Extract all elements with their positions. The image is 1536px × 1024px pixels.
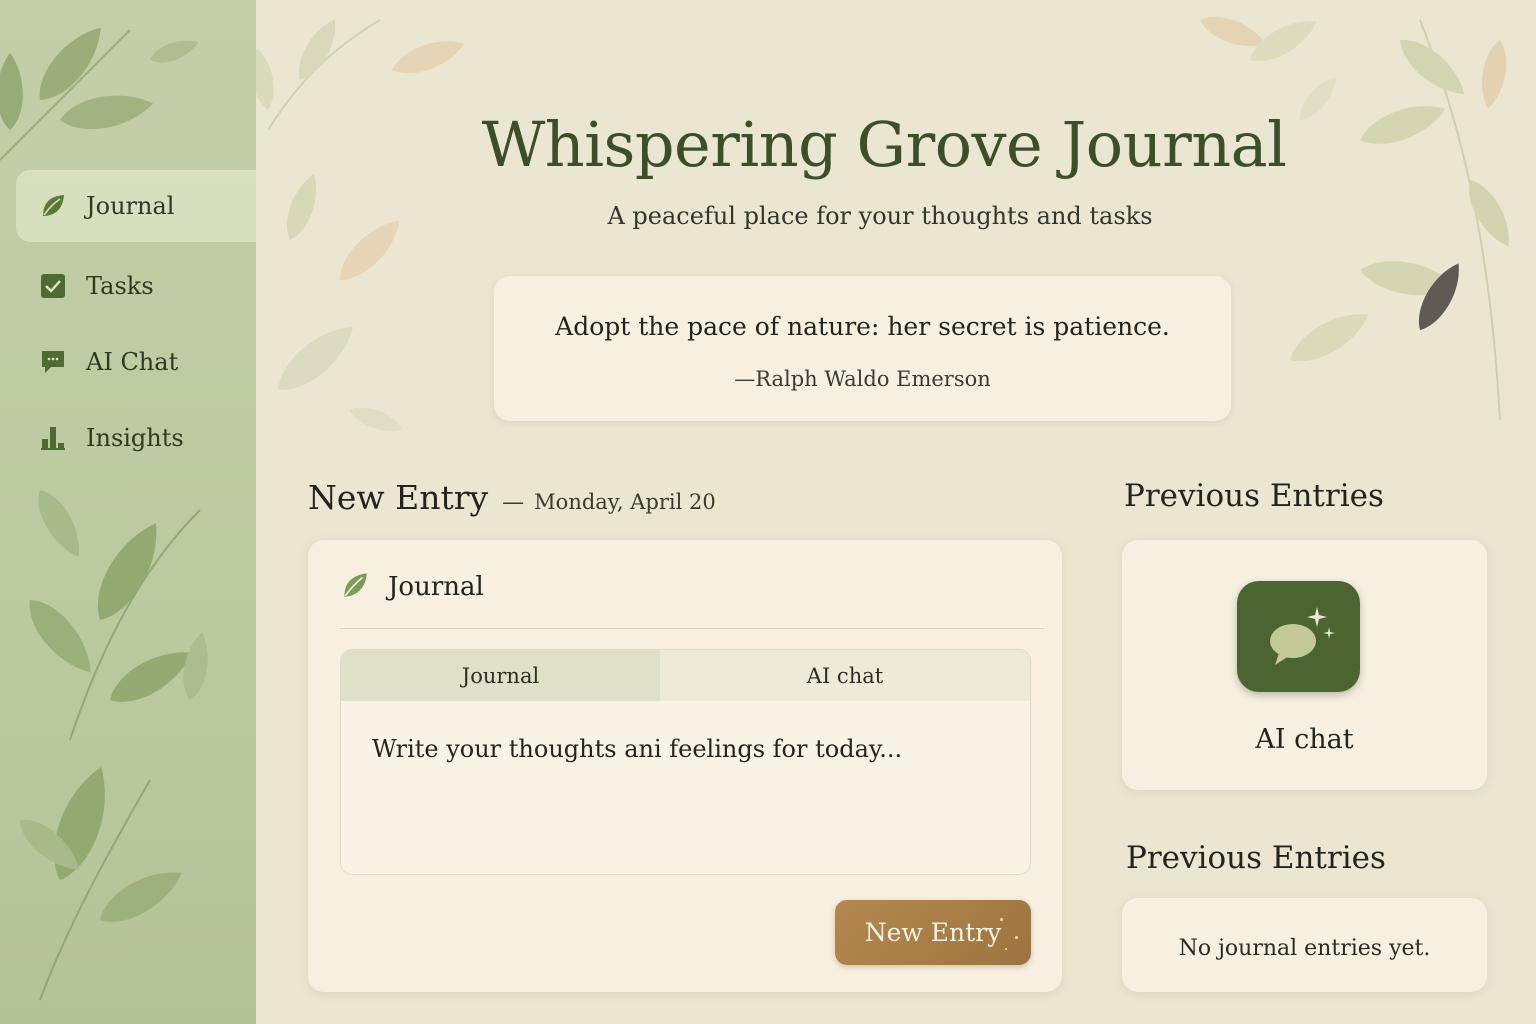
bar-chart-icon: [38, 423, 68, 453]
ai-chat-label: AI chat: [1255, 724, 1354, 755]
sidebar-item-insights[interactable]: Insights: [16, 402, 256, 474]
sidebar-item-label: Insights: [86, 424, 184, 452]
quote-author: —Ralph Waldo Emerson: [734, 367, 991, 391]
sidebar-item-journal[interactable]: Journal: [16, 170, 256, 242]
heading-dash: —: [502, 490, 525, 515]
chat-sparkle-icon: [1237, 581, 1360, 692]
card-header: Journal: [340, 570, 484, 604]
previous-entries-title: Previous Entries: [1126, 840, 1386, 876]
checkbox-icon: [38, 271, 68, 301]
sparkle-decoration: [1000, 918, 1003, 921]
sidebar-item-tasks[interactable]: Tasks: [16, 250, 256, 322]
sparkle-decoration: [1005, 948, 1007, 950]
entry-date: Monday, April 20: [534, 490, 716, 514]
sidebar-item-label: Tasks: [86, 272, 154, 300]
leaf-icon: [340, 570, 370, 604]
quote-card: Adopt the pace of nature: her secret is …: [494, 276, 1231, 421]
sidebar-item-ai-chat[interactable]: AI Chat: [16, 326, 256, 398]
new-entry-title: New Entry: [308, 478, 489, 517]
sidebar-item-label: AI Chat: [86, 348, 179, 376]
entry-editor: Journal AI chat Write your thoughts ani …: [340, 649, 1031, 875]
chat-icon: [38, 347, 68, 377]
page-title: Whispering Grove Journal: [481, 108, 1287, 181]
tab-ai-chat[interactable]: AI chat: [660, 650, 1030, 701]
new-entry-button[interactable]: New Entry: [835, 900, 1031, 965]
empty-state-text: No journal entries yet.: [1178, 936, 1431, 961]
new-entry-card: Journal Journal AI chat Write your thoug…: [308, 540, 1062, 992]
new-entry-heading: New Entry — Monday, April 20: [308, 478, 716, 517]
page-subtitle: A peaceful place for your thoughts and t…: [607, 202, 1153, 230]
sidebar-leaves-decoration: [0, 17, 214, 1001]
entry-text-input[interactable]: Write your thoughts ani feelings for tod…: [372, 735, 902, 763]
ai-chat-card[interactable]: AI chat: [1122, 540, 1487, 790]
tab-journal[interactable]: Journal: [341, 650, 660, 701]
divider: [340, 628, 1044, 629]
previous-entries-list: No journal entries yet.: [1122, 898, 1487, 992]
leaf-icon: [38, 191, 68, 221]
card-header-label: Journal: [388, 572, 484, 602]
previous-entries-title: Previous Entries: [1124, 478, 1384, 514]
sparkle-decoration: [1015, 936, 1018, 939]
editor-tabs: Journal AI chat: [341, 650, 1030, 701]
sidebar-item-label: Journal: [86, 192, 175, 220]
new-entry-button-label: New Entry: [864, 918, 1002, 947]
quote-text: Adopt the pace of nature: her secret is …: [555, 312, 1170, 341]
sidebar: Journal Tasks AI Chat Insights: [0, 0, 256, 1024]
